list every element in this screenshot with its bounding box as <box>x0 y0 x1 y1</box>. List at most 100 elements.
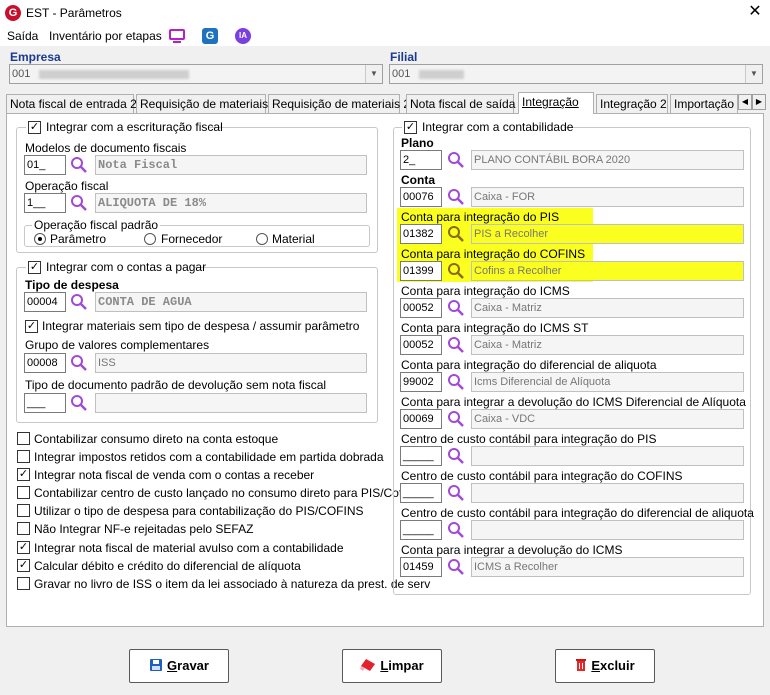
search-icon[interactable] <box>70 293 88 311</box>
search-icon[interactable] <box>447 558 465 576</box>
search-icon[interactable] <box>447 484 465 502</box>
conta-icms-desc: Caixa - Matriz <box>471 298 744 318</box>
label-conta: Conta <box>401 173 435 187</box>
tab-strip: Nota fiscal de entrada 2 Requisição de m… <box>6 92 766 114</box>
checkbox-opt-7[interactable]: ✓ <box>17 559 30 572</box>
tab-scroll-right-icon[interactable]: ▶ <box>752 94 766 110</box>
tab-nf-entrada-2[interactable]: Nota fiscal de entrada 2 <box>6 94 137 114</box>
conta-cofins-desc: Cofins a Recolher <box>471 261 744 281</box>
search-icon[interactable] <box>70 156 88 174</box>
search-icon[interactable] <box>447 410 465 428</box>
label-opt-8: Gravar no livro de ISS o item da lei ass… <box>34 577 431 591</box>
close-icon[interactable]: ✕ <box>745 2 765 22</box>
tab-importacao[interactable]: Importação X <box>670 94 738 114</box>
label-operacao: Operação fiscal <box>25 179 109 193</box>
search-icon[interactable] <box>447 336 465 354</box>
tipo-despesa-input[interactable]: 00004 <box>24 292 66 312</box>
label-devolucao: Tipo de documento padrão de devolução se… <box>25 378 327 392</box>
checkbox-opt-1[interactable] <box>17 450 30 463</box>
chevron-down-icon[interactable]: ▼ <box>745 65 762 83</box>
checkbox-opt-0[interactable] <box>17 432 30 445</box>
conta-difal-input[interactable]: 99002 <box>400 372 442 392</box>
label-cc-cofins: Centro de custo contábil para integração… <box>401 469 683 483</box>
grupo-valores-input[interactable]: 00008 <box>24 353 66 373</box>
checkbox-materiais-sem-tipo[interactable]: ✓ <box>25 320 38 333</box>
conta-input[interactable]: 00076 <box>400 187 442 207</box>
empresa-code: 001 <box>12 68 31 80</box>
excluir-button[interactable]: Excluir <box>555 649 655 683</box>
conta-cofins-input[interactable]: 01399 <box>400 261 442 281</box>
label-conta-pis: Conta para integração do PIS <box>401 210 560 224</box>
search-icon[interactable] <box>70 394 88 412</box>
label-opt-1: Integrar impostos retidos com a contabil… <box>34 450 384 464</box>
menu-inventario[interactable]: Inventário por etapas <box>49 29 162 43</box>
tab-scroll-left-icon[interactable]: ◀ <box>738 94 752 110</box>
conta-dev-difal-input[interactable]: 00069 <box>400 409 442 429</box>
checkbox-opt-3[interactable] <box>17 486 30 499</box>
empresa-select[interactable]: 001 ▼ <box>9 64 383 84</box>
conta-icms-st-input[interactable]: 00052 <box>400 335 442 355</box>
ia-icon[interactable]: IA <box>235 28 251 44</box>
radio-fornecedor[interactable] <box>144 233 156 245</box>
g-app-icon[interactable]: G <box>202 28 218 44</box>
conta-dev-icms-desc: ICMS a Recolher <box>471 557 744 577</box>
tab-requisicao-materiais[interactable]: Requisição de materiais <box>136 94 268 114</box>
conta-dev-icms-input[interactable]: 01459 <box>400 557 442 577</box>
operacao-desc: ALIQUOTA DE 18% <box>95 193 367 213</box>
search-icon[interactable] <box>70 194 88 212</box>
filial-code: 001 <box>392 68 411 80</box>
checkbox-contas-pagar[interactable]: ✓ <box>28 261 41 274</box>
search-icon[interactable] <box>447 299 465 317</box>
devolucao-input[interactable]: ___ <box>24 393 66 413</box>
search-icon[interactable] <box>447 521 465 539</box>
checkbox-opt-5[interactable] <box>17 522 30 535</box>
tab-integracao-2[interactable]: Integração 2 <box>596 94 668 114</box>
label-opt-7: Calcular débito e crédito do diferencial… <box>34 559 301 573</box>
search-icon[interactable] <box>447 373 465 391</box>
gravar-button[interactable]: Gravar <box>129 649 229 683</box>
plano-input[interactable]: 2_ <box>400 150 442 170</box>
search-icon[interactable] <box>447 151 465 169</box>
chevron-down-icon[interactable]: ▼ <box>365 65 382 83</box>
label-material: Material <box>272 232 315 246</box>
modelos-input[interactable]: 01_ <box>24 155 66 175</box>
tab-requisicao-materiais-2[interactable]: Requisição de materiais 2 <box>268 94 410 114</box>
checkbox-opt-8[interactable] <box>17 577 30 590</box>
tab-nf-saida[interactable]: Nota fiscal de saída <box>406 94 515 114</box>
conta-pis-input[interactable]: 01382 <box>400 224 442 244</box>
checkbox-opt-4[interactable] <box>17 504 30 517</box>
operacao-input[interactable]: 1__ <box>24 193 66 213</box>
label-contas-pagar: Integrar com o contas a pagar <box>46 260 207 274</box>
radio-parametro[interactable] <box>34 233 46 245</box>
limpar-button[interactable]: Limpar <box>342 649 442 683</box>
search-icon[interactable] <box>447 447 465 465</box>
label-cc-pis: Centro de custo contábil para integração… <box>401 432 657 446</box>
menu-saida[interactable]: Saída <box>7 29 38 43</box>
label-plano: Plano <box>401 136 434 150</box>
checkbox-opt-6[interactable]: ✓ <box>17 541 30 554</box>
gravar-mnemonic: G <box>167 658 178 673</box>
search-icon[interactable] <box>447 188 465 206</box>
checkbox-escrituracao[interactable]: ✓ <box>28 121 41 134</box>
filial-select[interactable]: 001 ▼ <box>389 64 763 84</box>
cc-pis-input[interactable]: _____ <box>400 446 442 466</box>
monitor-icon[interactable] <box>169 28 185 44</box>
cc-difal-input[interactable]: _____ <box>400 520 442 540</box>
excluir-mnemonic: E <box>591 658 600 673</box>
conta-icms-st-desc: Caixa - Matriz <box>471 335 744 355</box>
checkbox-contabilidade[interactable]: ✓ <box>404 121 417 134</box>
label-opt-6: Integrar nota fiscal de material avulso … <box>34 541 344 555</box>
label-escrituracao: Integrar com a escrituração fiscal <box>46 120 223 134</box>
conta-icms-input[interactable]: 00052 <box>400 298 442 318</box>
label-contabilidade: Integrar com a contabilidade <box>422 120 574 134</box>
search-icon[interactable] <box>447 225 465 243</box>
search-icon[interactable] <box>70 354 88 372</box>
tab-integracao[interactable]: Integração <box>518 92 594 114</box>
label-tipo-despesa: Tipo de despesa <box>25 278 119 292</box>
checkbox-opt-2[interactable]: ✓ <box>17 468 30 481</box>
radio-material[interactable] <box>256 233 268 245</box>
save-icon <box>150 659 163 672</box>
search-icon[interactable] <box>447 262 465 280</box>
cc-cofins-input[interactable]: _____ <box>400 483 442 503</box>
label-opt-2: Integrar nota fiscal de venda com o cont… <box>34 468 315 482</box>
